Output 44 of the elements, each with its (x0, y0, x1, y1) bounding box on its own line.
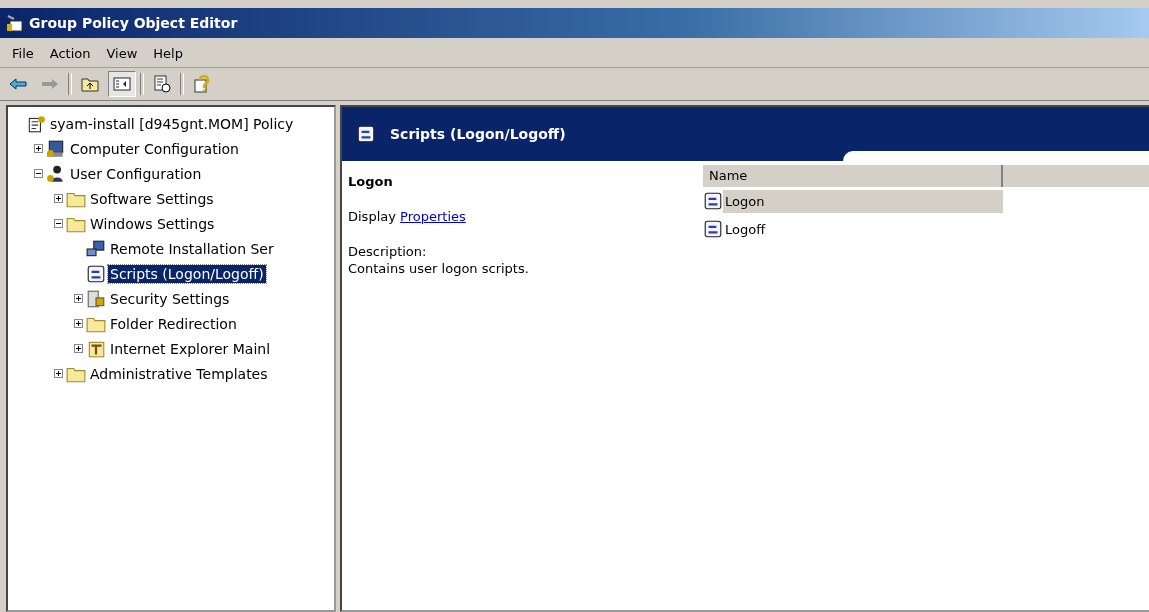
tree-item[interactable]: Remote Installation Ser (108, 239, 276, 258)
expand-icon[interactable] (72, 292, 84, 305)
computer-icon (46, 138, 66, 159)
window-title: Group Policy Object Editor (29, 15, 238, 31)
policy-document-icon (26, 113, 46, 134)
user-icon (46, 163, 66, 184)
tree-item[interactable]: Scripts (Logon/Logoff) (108, 264, 266, 283)
tree-item[interactable]: syam-install [d945gnt.MOM] Policy (48, 114, 296, 133)
collapse-icon[interactable] (32, 167, 44, 180)
expand-icon[interactable] (72, 342, 84, 355)
collapse-icon[interactable] (52, 217, 64, 230)
script-icon (86, 263, 106, 284)
properties-link[interactable]: Properties (400, 209, 466, 224)
tree-item[interactable]: User Configuration (68, 164, 204, 183)
script-icon (703, 191, 723, 211)
description-text: Contains user logon scripts. (348, 260, 530, 277)
tree-item[interactable]: Folder Redirection (108, 314, 239, 333)
tree-item[interactable]: Administrative Templates (88, 364, 270, 383)
tree-item[interactable]: Computer Configuration (68, 139, 241, 158)
tree-item[interactable]: Security Settings (108, 289, 232, 308)
description-label: Description: (348, 243, 428, 260)
expand-icon[interactable] (52, 367, 64, 380)
tree-item[interactable]: Internet Explorer Mainl (108, 339, 273, 358)
menu-item[interactable]: View (100, 44, 144, 63)
app-icon (6, 14, 24, 32)
pane-icon[interactable] (108, 71, 136, 97)
menu-item[interactable]: Action (43, 44, 97, 63)
lock-server-icon (86, 288, 106, 309)
menu-item[interactable]: Help (147, 44, 189, 63)
tree-item[interactable]: Windows Settings (88, 214, 217, 233)
script-icon (703, 219, 723, 239)
computers-icon (86, 238, 106, 259)
list-item[interactable]: Logon (723, 189, 1003, 213)
expand-icon[interactable] (32, 142, 44, 155)
display-label: Display (348, 209, 396, 224)
script-icon (356, 124, 376, 144)
menu-item[interactable]: File (6, 44, 40, 63)
tree-item[interactable]: Software Settings (88, 189, 216, 208)
expand-icon[interactable] (72, 317, 84, 330)
column-header[interactable]: Name (703, 165, 1003, 187)
pane-title: Scripts (Logon/Logoff) (390, 126, 566, 142)
section-heading: Logon (348, 173, 394, 190)
list-item[interactable]: Logoff (723, 217, 768, 241)
expand-icon[interactable] (52, 192, 64, 205)
